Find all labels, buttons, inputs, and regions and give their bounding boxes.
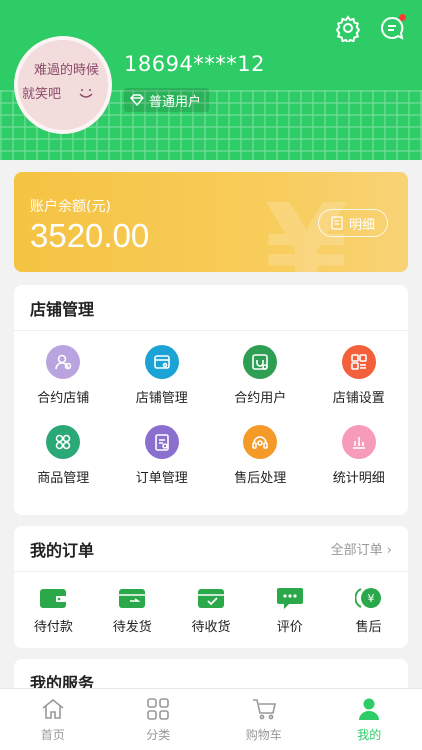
header-actions [334,14,406,45]
order-after-sales[interactable]: ¥ 售后 [329,572,408,648]
wallet-icon [40,588,67,608]
after-sales-icon [243,424,278,459]
store-item-contract-user[interactable]: 合约用户 [211,335,310,415]
diamond-icon [130,94,144,106]
contract-store-icon [46,344,81,379]
tab-label: 首页 [40,728,65,742]
avatar-note-line1: 难過的時候 [34,62,99,78]
store-item-goods-manage[interactable]: 商品管理 [14,415,113,495]
store-grid: 合约店铺 店铺管理 合约用户 店铺设置 商品管理 订单管理 售后处理 统计明细 [14,331,408,495]
store-item-store-settings[interactable]: 店铺设置 [310,335,409,415]
unread-dot [399,14,406,21]
avatar[interactable]: 难過的時候 就笑吧 [14,36,112,134]
store-item-label: 店铺管理 [135,390,188,406]
profile-header: 难過的時候 就笑吧 18694****12 普通用户 [0,0,422,160]
balance-amount: 3520.00 [30,217,150,254]
tab-cart[interactable]: 购物车 [211,689,317,750]
tab-category[interactable]: 分类 [106,689,212,750]
order-review[interactable]: 评价 [250,572,329,648]
store-item-store-manage[interactable]: 店铺管理 [113,335,212,415]
tab-profile[interactable]: 我的 [317,689,422,750]
receive-icon [197,588,224,608]
my-orders-card: 我的订单 全部订单 › 待付款 待发货 待收货 评价 ¥ 售后 [14,526,408,648]
message-icon[interactable] [378,14,406,42]
user-level-badge: 普通用户 [124,88,210,112]
store-manage-icon [144,344,179,379]
store-item-label: 订单管理 [135,470,188,486]
store-item-label: 合约店铺 [37,390,90,406]
store-item-label: 合约用户 [234,390,287,406]
store-item-after-sales[interactable]: 售后处理 [211,415,310,495]
order-status-label: 待收货 [191,619,231,635]
order-status-label: 待发货 [112,619,152,635]
tab-label: 我的 [357,728,382,742]
all-orders-link[interactable]: 全部订单 › [331,539,408,558]
receipt-icon [331,216,343,230]
order-status-label: 评价 [276,619,303,635]
my-orders-header: 我的订单 全部订单 › [14,526,408,572]
contract-user-icon [243,344,278,379]
home-icon [42,698,64,719]
order-manage-icon [144,424,179,459]
comment-icon [276,587,303,609]
balance-card: ¥ 账户余额(元) 3520.00 明细 [14,172,408,272]
profile-icon [359,698,380,720]
balance-label: 账户余额(元) [30,199,111,215]
user-level-label: 普通用户 [149,94,202,110]
bottom-tab-bar: 首页 分类 购物车 我的 [0,688,422,750]
store-item-label: 售后处理 [234,470,287,486]
statistics-icon [341,424,376,459]
store-management-card: 店铺管理 合约店铺 店铺管理 合约用户 店铺设置 商品管理 订单管理 售后处理 … [14,285,408,515]
order-status-row: 待付款 待发货 待收货 评价 ¥ 售后 [14,572,408,648]
user-phone: 18694****12 [124,52,266,76]
avatar-note-line2: 就笑吧 [22,86,61,102]
store-item-label: 统计明细 [332,470,385,486]
order-status-label: 待付款 [33,619,73,635]
order-pending-shipment[interactable]: 待发货 [93,572,172,648]
store-item-label: 店铺设置 [332,390,385,406]
cart-icon [252,699,276,720]
store-settings-icon [341,344,376,379]
store-management-title: 店铺管理 [14,285,408,331]
order-status-label: 售后 [355,619,382,635]
svg-text:¥: ¥ [367,592,374,605]
store-item-contract-store[interactable]: 合约店铺 [14,335,113,415]
category-icon [147,698,170,720]
order-pending-receipt[interactable]: 待收货 [172,572,251,648]
tab-label: 分类 [146,728,171,742]
refund-icon: ¥ [354,587,381,608]
ship-icon [119,588,146,608]
store-item-order-manage[interactable]: 订单管理 [113,415,212,495]
store-item-label: 商品管理 [37,470,90,486]
order-pending-payment[interactable]: 待付款 [14,572,93,648]
settings-icon[interactable] [334,14,362,45]
balance-detail-button[interactable]: 明细 [317,209,388,237]
tab-label: 购物车 [245,728,282,742]
tab-home[interactable]: 首页 [0,689,106,750]
balance-detail-label: 明细 [348,217,375,233]
goods-manage-icon [46,424,81,459]
store-item-statistics[interactable]: 统计明细 [310,415,409,495]
my-orders-title: 我的订单 [30,540,95,560]
